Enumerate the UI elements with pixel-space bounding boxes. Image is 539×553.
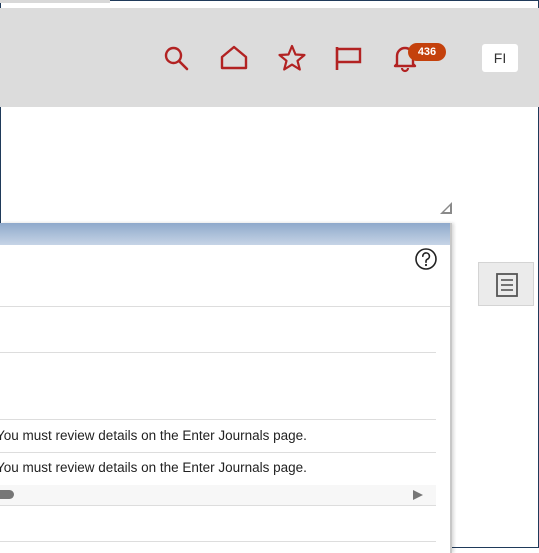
content-panel: You must review details on the Enter Jou… xyxy=(0,223,452,553)
search-button[interactable] xyxy=(161,43,191,73)
user-avatar[interactable]: FI xyxy=(482,44,518,72)
divider xyxy=(0,419,436,420)
side-panel-toggle-button[interactable] xyxy=(478,262,534,306)
help-icon[interactable] xyxy=(414,247,438,271)
favorites-button[interactable] xyxy=(277,43,307,73)
divider xyxy=(0,352,436,353)
document-list-icon xyxy=(496,273,518,297)
divider xyxy=(0,541,436,542)
panel-header-bar xyxy=(0,223,450,245)
horizontal-scrollbar[interactable] xyxy=(0,485,436,505)
resize-handle-icon[interactable] xyxy=(439,201,453,215)
home-icon xyxy=(220,45,248,70)
divider xyxy=(0,452,436,453)
divider xyxy=(0,306,450,307)
notification-count-badge: 436 xyxy=(408,43,446,61)
review-message: You must review details on the Enter Jou… xyxy=(0,460,307,475)
review-message: You must review details on the Enter Jou… xyxy=(0,428,307,443)
search-icon xyxy=(164,46,189,71)
home-button[interactable] xyxy=(219,43,249,73)
scroll-right-arrow-icon[interactable] xyxy=(412,489,424,501)
global-header xyxy=(0,8,539,107)
divider xyxy=(0,505,436,506)
flag-icon xyxy=(335,47,362,70)
star-icon xyxy=(278,44,306,71)
scrollbar-thumb[interactable] xyxy=(0,490,14,499)
flag-button[interactable] xyxy=(333,43,363,73)
top-strip xyxy=(0,0,110,3)
